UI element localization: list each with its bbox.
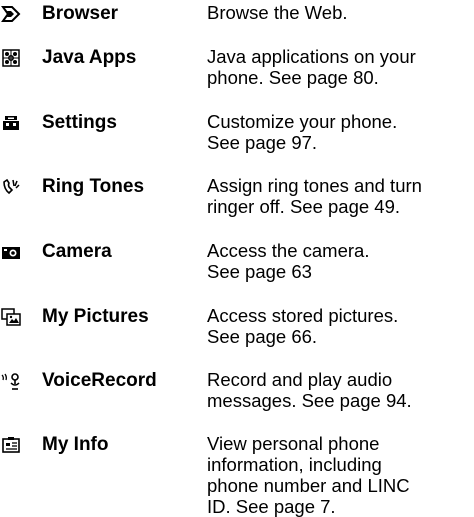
java-apps-icon bbox=[0, 48, 22, 68]
menu-item-description: Access the camera. See page 63 bbox=[207, 240, 370, 282]
menu-item-name: VoiceRecord bbox=[42, 370, 157, 391]
camera-icon bbox=[0, 242, 22, 262]
voice-record-icon bbox=[0, 371, 22, 391]
menu-item-name: Browser bbox=[42, 3, 119, 24]
menu-item-description: Assign ring tones and turn ringer off. S… bbox=[207, 175, 422, 217]
settings-icon bbox=[0, 113, 22, 133]
my-info-icon bbox=[0, 435, 22, 455]
menu-item-description: Access stored pictures. See page 66. bbox=[207, 305, 399, 347]
menu-item-name: Ring Tones bbox=[42, 176, 145, 197]
my-pictures-icon bbox=[0, 307, 22, 327]
menu-item-name: My Pictures bbox=[42, 306, 149, 327]
menu-item-name: My Info bbox=[42, 434, 109, 455]
menu-item-description: Record and play audio messages. See page… bbox=[207, 369, 412, 411]
menu-item-name: Settings bbox=[42, 112, 117, 133]
browser-icon bbox=[0, 4, 22, 24]
menu-item-name: Camera bbox=[42, 241, 112, 262]
ring-tones-icon bbox=[0, 177, 22, 197]
menu-item-description: Java applications on your phone. See pag… bbox=[207, 46, 416, 88]
menu-item-name: Java Apps bbox=[42, 47, 137, 68]
menu-item-description: Customize your phone. See page 97. bbox=[207, 111, 398, 153]
menu-item-description: View personal phone information, includi… bbox=[207, 433, 410, 517]
menu-item-description: Browse the Web. bbox=[207, 2, 348, 23]
